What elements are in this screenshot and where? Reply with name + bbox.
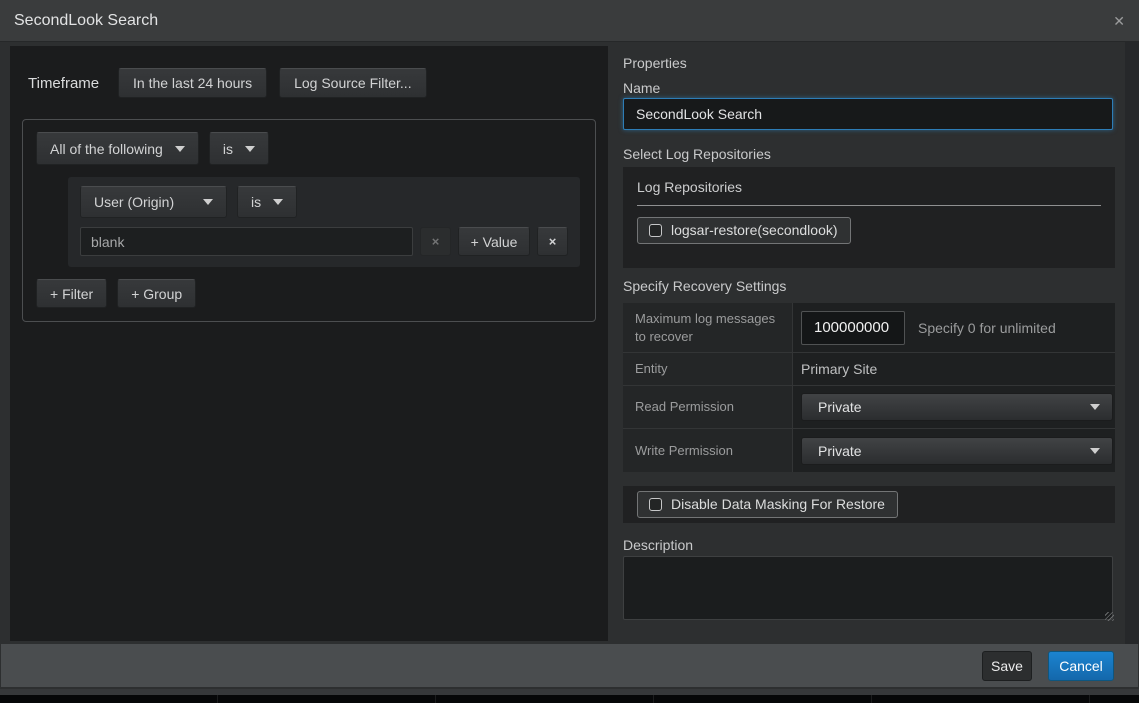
entity-label: Entity <box>623 353 793 385</box>
dialog-right-edge <box>1125 42 1139 644</box>
chevron-down-icon <box>273 199 283 205</box>
write-permission-dropdown[interactable]: Private <box>801 437 1113 465</box>
add-value-button[interactable]: + Value <box>458 227 530 256</box>
filter-field-row: User (Origin) is <box>80 186 568 218</box>
write-permission-label: Write Permission <box>623 429 793 472</box>
name-label: Name <box>623 80 660 96</box>
match-condition-dropdown[interactable]: is <box>209 132 269 165</box>
nested-filter-group: User (Origin) is × + Value × <box>68 177 580 267</box>
read-permission-value: Private <box>818 399 862 415</box>
description-label: Description <box>623 537 693 553</box>
save-button[interactable]: Save <box>982 651 1032 681</box>
table-row: Write Permission Private <box>623 429 1115 472</box>
repository-label: logsar-restore(secondlook) <box>671 222 838 238</box>
unlimited-hint: Specify 0 for unlimited <box>918 320 1056 336</box>
write-permission-value-cell: Private <box>793 429 1115 472</box>
taskbar-strip <box>0 695 1139 703</box>
add-filter-button[interactable]: + Filter <box>36 279 107 308</box>
name-input[interactable] <box>623 98 1113 130</box>
log-repositories-title: Log Repositories <box>637 179 1101 195</box>
select-log-repositories-heading: Select Log Repositories <box>623 146 771 162</box>
max-log-messages-label: Maximum log messages to recover <box>623 303 793 352</box>
checkbox-icon <box>649 224 662 237</box>
checkbox-icon <box>649 498 662 511</box>
match-condition-label: is <box>223 141 233 157</box>
description-textarea[interactable] <box>623 556 1113 620</box>
write-permission-value: Private <box>818 443 862 459</box>
filter-group-box: All of the following is User (Origin) is <box>22 119 596 322</box>
properties-heading: Properties <box>623 55 687 71</box>
cancel-button[interactable]: Cancel <box>1048 651 1114 681</box>
properties-panel: Properties Name Select Log Repositories … <box>623 46 1115 641</box>
operator-label: is <box>251 194 261 210</box>
disable-data-masking-label: Disable Data Masking For Restore <box>671 496 885 512</box>
read-permission-label: Read Permission <box>623 386 793 428</box>
dialog-title: SecondLook Search <box>14 12 158 30</box>
read-permission-dropdown[interactable]: Private <box>801 393 1113 421</box>
max-log-messages-value-cell: Specify 0 for unlimited <box>793 303 1115 352</box>
disable-data-masking-checkbox[interactable]: Disable Data Masking For Restore <box>637 491 898 518</box>
match-type-label: All of the following <box>50 141 163 157</box>
log-source-filter-button[interactable]: Log Source Filter... <box>279 68 427 98</box>
recovery-settings-heading: Specify Recovery Settings <box>623 278 786 294</box>
remove-filter-button[interactable]: × <box>537 227 568 256</box>
chevron-down-icon <box>1090 448 1100 454</box>
entity-value: Primary Site <box>801 361 877 377</box>
repository-checkbox-item[interactable]: logsar-restore(secondlook) <box>637 217 851 244</box>
log-repositories-panel: Log Repositories logsar-restore(secondlo… <box>623 167 1115 268</box>
filter-value-row: × + Value × <box>80 227 568 256</box>
entity-value-cell: Primary Site <box>793 353 1115 385</box>
filter-builder-panel: Timeframe In the last 24 hours Log Sourc… <box>10 46 608 641</box>
match-type-dropdown[interactable]: All of the following <box>36 132 199 165</box>
max-log-messages-input[interactable] <box>801 311 905 345</box>
chevron-down-icon <box>1090 404 1100 410</box>
remove-icon: × <box>549 234 557 249</box>
title-bar: SecondLook Search ✕ <box>0 0 1139 42</box>
table-row: Entity Primary Site <box>623 353 1115 386</box>
group-actions-row: + Filter + Group <box>36 279 582 308</box>
footer-bar: Save Cancel <box>1 644 1138 687</box>
field-label: User (Origin) <box>94 194 174 210</box>
table-row: Read Permission Private <box>623 386 1115 429</box>
group-operator-row: All of the following is <box>36 132 582 165</box>
filter-value-input[interactable] <box>80 227 413 256</box>
divider <box>637 205 1101 206</box>
chevron-down-icon <box>245 146 255 152</box>
timeframe-button[interactable]: In the last 24 hours <box>118 68 267 98</box>
field-dropdown[interactable]: User (Origin) <box>80 186 227 218</box>
timeframe-row: Timeframe In the last 24 hours Log Sourc… <box>28 68 608 98</box>
chevron-down-icon <box>175 146 185 152</box>
close-icon[interactable]: ✕ <box>1113 14 1125 28</box>
operator-dropdown[interactable]: is <box>237 186 297 218</box>
chevron-down-icon <box>203 199 213 205</box>
add-group-button[interactable]: + Group <box>117 279 196 308</box>
recovery-settings-table: Maximum log messages to recover Specify … <box>623 303 1115 472</box>
secondlook-search-dialog: SecondLook Search ✕ Timeframe In the las… <box>0 0 1139 689</box>
remove-icon: × <box>432 234 440 249</box>
read-permission-value-cell: Private <box>793 386 1115 428</box>
table-row: Maximum log messages to recover Specify … <box>623 303 1115 353</box>
remove-value-button[interactable]: × <box>420 227 451 256</box>
timeframe-label: Timeframe <box>28 75 106 92</box>
data-masking-strip: Disable Data Masking For Restore <box>623 486 1115 523</box>
